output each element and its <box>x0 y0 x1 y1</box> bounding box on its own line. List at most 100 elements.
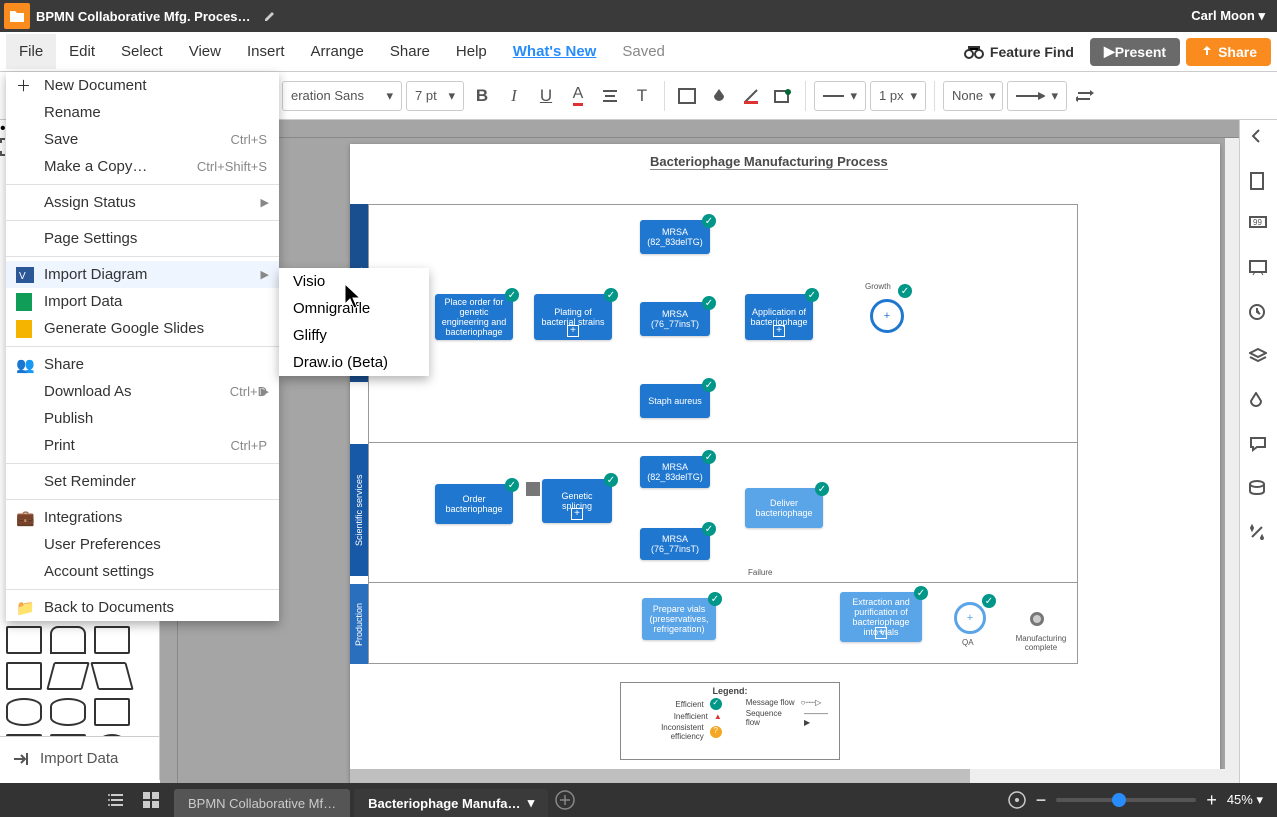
menu-share-file[interactable]: 👥Share <box>6 351 279 378</box>
page-tab[interactable]: BPMN Collaborative Mf… <box>174 789 350 817</box>
task-node[interactable]: Genetic splicing+✓ <box>542 479 612 523</box>
collapse-icon[interactable] <box>1249 128 1269 148</box>
menu-edit[interactable]: Edit <box>56 34 108 69</box>
submenu-gliffy[interactable]: Gliffy <box>279 322 429 349</box>
zoom-level[interactable]: 45% ▾ <box>1227 792 1263 808</box>
menu-publish[interactable]: Publish <box>6 405 279 432</box>
menu-page-settings[interactable]: Page Settings <box>6 225 279 252</box>
user-menu[interactable]: Carl Moon ▾ <box>1191 8 1265 24</box>
menu-print[interactable]: PrintCtrl+P <box>6 432 279 459</box>
menu-new-document[interactable]: ＋New Document <box>6 72 279 99</box>
font-select[interactable]: eration Sans ▾ <box>282 81 402 111</box>
task-node[interactable]: Staph aureus✓ <box>640 384 710 418</box>
add-page-icon[interactable] <box>548 783 582 817</box>
menu-whats-new[interactable]: What's New <box>500 34 610 69</box>
shape-thumb[interactable] <box>46 662 90 690</box>
task-node[interactable]: MRSA (82_83delTG)✓ <box>640 220 710 254</box>
menu-make-copy[interactable]: Make a Copy…Ctrl+Shift+S <box>6 153 279 180</box>
page-tab-active[interactable]: Bacteriophage Manufa… ▾ <box>354 789 548 817</box>
shape-options-icon[interactable] <box>769 82 797 110</box>
folder-icon[interactable] <box>4 3 30 29</box>
menu-select[interactable]: Select <box>108 34 176 69</box>
cycle-icon[interactable]: + <box>870 299 904 333</box>
layers-icon[interactable] <box>1249 348 1269 368</box>
shape-thumb[interactable] <box>90 662 134 690</box>
task-node[interactable]: MRSA (76_77insT)✓ <box>640 528 710 560</box>
history-icon[interactable] <box>1249 304 1269 324</box>
share-button[interactable]: Share <box>1186 38 1271 66</box>
grid-view-icon[interactable] <box>134 783 168 817</box>
shape-thumb[interactable] <box>50 698 86 726</box>
shape-thumb[interactable] <box>94 698 130 726</box>
menu-help[interactable]: Help <box>443 34 500 69</box>
menu-insert[interactable]: Insert <box>234 34 298 69</box>
menu-set-reminder[interactable]: Set Reminder <box>6 468 279 495</box>
shape-thumb[interactable] <box>6 698 42 726</box>
end-event[interactable] <box>1030 612 1044 626</box>
shape-thumb[interactable] <box>50 626 86 654</box>
canvas[interactable]: Bacteriophage Manufacturing Process Lab … <box>160 120 1239 783</box>
menu-view[interactable]: View <box>176 34 234 69</box>
submenu-drawio[interactable]: Draw.io (Beta) <box>279 349 429 376</box>
task-node[interactable]: Plating of bacterial strains+✓ <box>534 294 612 340</box>
menu-user-preferences[interactable]: User Preferences <box>6 531 279 558</box>
task-node[interactable]: MRSA (76_77insT)✓ <box>640 302 710 336</box>
task-node[interactable]: Extraction and purification of bacteriop… <box>840 592 922 642</box>
menu-import-diagram[interactable]: V Import Diagram▶ <box>6 261 279 288</box>
horizontal-scrollbar[interactable] <box>350 769 1239 783</box>
arrow-end-select[interactable]: ▾ <box>1007 81 1067 111</box>
align-icon[interactable] <box>596 82 624 110</box>
menu-file[interactable]: File <box>6 34 56 69</box>
italic-icon[interactable]: I <box>500 82 528 110</box>
zoom-out-icon[interactable]: − <box>1036 790 1047 811</box>
menu-assign-status[interactable]: Assign Status▶ <box>6 189 279 216</box>
document-title[interactable]: BPMN Collaborative Mfg. Proces… <box>36 9 251 24</box>
zoom-slider[interactable] <box>1056 798 1196 802</box>
swap-arrows-icon[interactable] <box>1071 82 1099 110</box>
list-view-icon[interactable] <box>100 783 134 817</box>
chat-icon[interactable] <box>1249 436 1269 456</box>
cycle-icon[interactable]: + <box>954 602 986 634</box>
lane-header[interactable]: Scientific services <box>350 444 368 576</box>
zoom-fit-icon[interactable] <box>1008 791 1026 809</box>
font-size-select[interactable]: 7 pt ▾ <box>406 81 464 111</box>
menu-download-as[interactable]: Download AsCtrl+D▶ <box>6 378 279 405</box>
task-node[interactable]: MRSA (82_83delTG)✓ <box>640 456 710 488</box>
line-color-icon[interactable] <box>737 82 765 110</box>
present-button[interactable]: ▶ Present <box>1090 38 1180 66</box>
feature-find[interactable]: Feature Find <box>954 44 1084 60</box>
task-node[interactable]: Order bacteriophage✓ <box>435 484 513 524</box>
magic-icon[interactable] <box>1249 524 1269 544</box>
text-tool-icon[interactable]: T <box>628 82 656 110</box>
line-width-select[interactable]: 1 px▾ <box>870 81 926 111</box>
task-node[interactable]: Prepare vials (preservatives, refrigerat… <box>642 598 716 640</box>
menu-integrations[interactable]: 💼Integrations <box>6 504 279 531</box>
zoom-in-icon[interactable]: + <box>1206 790 1217 811</box>
shape-thumb[interactable] <box>94 626 130 654</box>
fill-color-icon[interactable] <box>705 82 733 110</box>
line-style-select[interactable]: ▾ <box>814 81 866 111</box>
underline-icon[interactable]: U <box>532 82 560 110</box>
menu-generate-slides[interactable]: Generate Google Slides <box>6 315 279 342</box>
menu-import-data[interactable]: Import Data <box>6 288 279 315</box>
shape-thumb[interactable] <box>6 626 42 654</box>
import-data-button[interactable]: Import Data <box>0 736 159 780</box>
menu-back-to-documents[interactable]: 📁Back to Documents <box>6 594 279 621</box>
menu-arrange[interactable]: Arrange <box>298 34 377 69</box>
task-node[interactable]: Place order for genetic engineering and … <box>435 294 513 340</box>
present-icon[interactable] <box>1249 260 1269 280</box>
drop-icon[interactable] <box>1249 392 1269 412</box>
comment-icon[interactable]: 99 <box>1249 216 1269 236</box>
bold-icon[interactable]: B <box>468 82 496 110</box>
shape-thumb[interactable] <box>6 662 42 690</box>
task-node[interactable]: Deliver bacteriophage✓ <box>745 488 823 528</box>
text-color-icon[interactable]: A <box>564 82 592 110</box>
edit-title-icon[interactable] <box>263 9 277 23</box>
menu-account-settings[interactable]: Account settings <box>6 558 279 585</box>
menu-rename[interactable]: Rename <box>6 99 279 126</box>
menu-save[interactable]: SaveCtrl+S <box>6 126 279 153</box>
data-icon[interactable] <box>1249 480 1269 500</box>
shape-fill-icon[interactable] <box>673 82 701 110</box>
diagram-page[interactable]: Bacteriophage Manufacturing Process Lab … <box>350 144 1220 783</box>
task-node[interactable]: Application of bacteriophage+✓ <box>745 294 813 340</box>
